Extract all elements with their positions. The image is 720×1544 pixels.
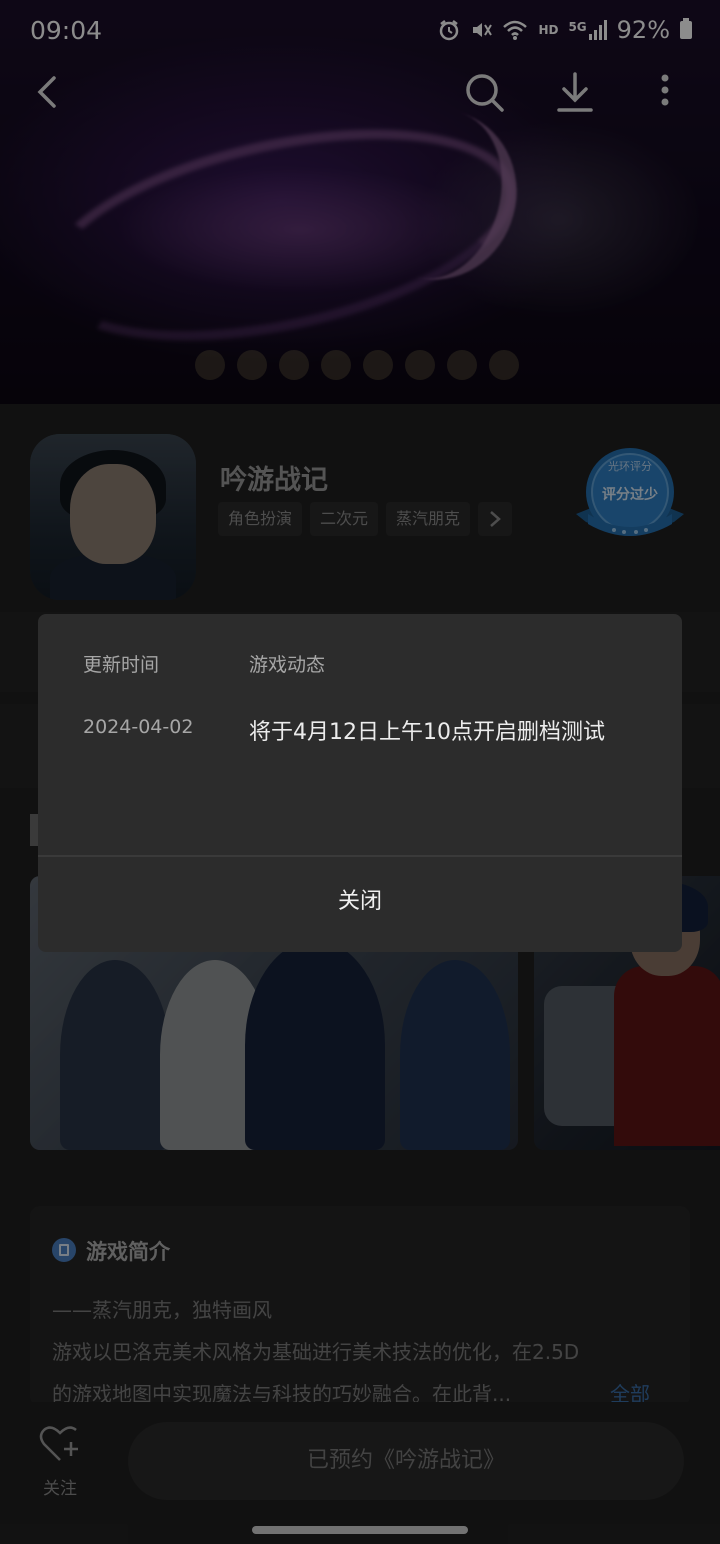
game-news-header: 游戏动态 — [249, 654, 326, 676]
close-button[interactable]: 关闭 — [38, 857, 682, 952]
update-date: 2024-04-02 — [83, 716, 194, 738]
news-text: 将于4月12日上午10点开启删档测试 — [249, 720, 605, 745]
game-news-dialog: 更新时间 游戏动态 2024-04-02 将于4月12日上午10点开启删档测试 … — [38, 614, 682, 952]
update-time-header: 更新时间 — [83, 654, 160, 676]
